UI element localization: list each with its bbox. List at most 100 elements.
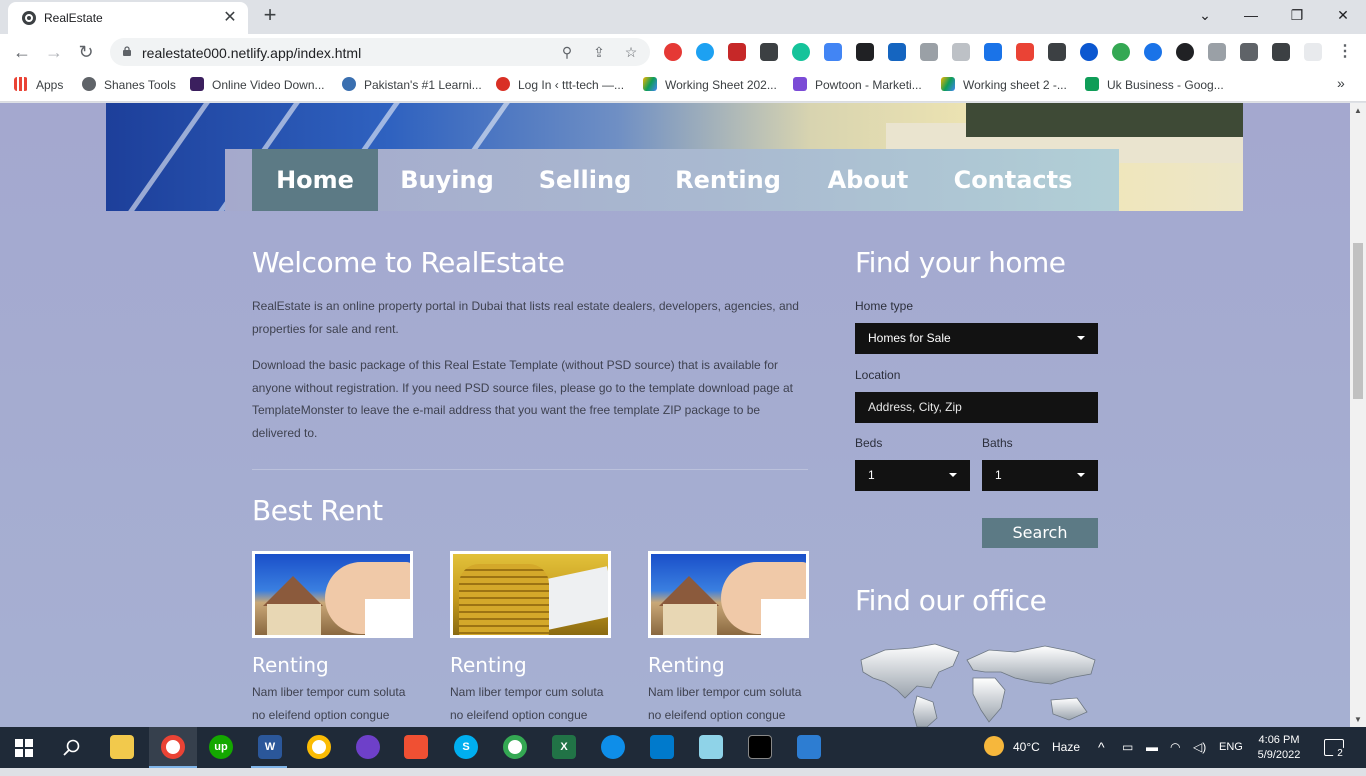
bookmark-online-video[interactable]: Online Video Down... [190, 77, 325, 95]
windows-taskbar: up W S X 40°C Haze ^ ▭ ▬ ◠ ◁) ENG 4:06 P… [0, 727, 1366, 768]
github-desktop-icon[interactable] [356, 735, 380, 759]
url-text: realestate000.netlify.app/index.html [142, 45, 362, 61]
link-extension-icon[interactable] [760, 43, 778, 61]
profile-avatar-icon[interactable] [1304, 43, 1322, 61]
windows-start-icon[interactable] [15, 739, 33, 757]
gray-extension-icon[interactable] [952, 43, 970, 61]
chrome-alt-icon[interactable] [503, 735, 527, 759]
weather-description[interactable]: Haze [1052, 727, 1080, 768]
nav-selling[interactable]: Selling [533, 149, 637, 211]
language-indicator[interactable]: ENG [1219, 727, 1243, 768]
badge-extension-icon[interactable] [984, 43, 1002, 61]
grid-extension-icon[interactable] [1048, 43, 1066, 61]
terminal-icon[interactable] [748, 735, 772, 759]
dark-circle-extension-icon[interactable] [1176, 43, 1194, 61]
nav-contacts[interactable]: Contacts [949, 149, 1077, 211]
bookmark-working-sheet[interactable]: Working Sheet 202... [643, 77, 777, 95]
globe-icon [82, 77, 96, 91]
rent-image-house[interactable] [648, 551, 809, 638]
rent-caption[interactable]: Renting [252, 653, 329, 677]
maximize-button[interactable]: ❐ [1274, 4, 1320, 26]
bookmark-uk-business[interactable]: Uk Business - Goog... [1085, 77, 1224, 95]
bookmarks-overflow-button[interactable]: » [1337, 75, 1345, 93]
bookmark-shanes-tools[interactable]: Shanes Tools [82, 77, 176, 95]
tab-search-button[interactable]: ⌄ [1182, 4, 1228, 26]
beds-label: Beds [855, 436, 883, 450]
close-window-button[interactable]: ✕ [1320, 4, 1366, 26]
tray-chevron-icon[interactable]: ^ [1098, 727, 1105, 768]
back-button[interactable]: ← [10, 40, 34, 64]
bookmark-apps[interactable]: Apps [14, 77, 63, 95]
share-icon[interactable]: ⇪ [588, 42, 610, 62]
scrollbar-thumb[interactable] [1353, 243, 1363, 399]
browser-tab[interactable]: RealEstate ✕ [8, 2, 248, 34]
page-scrollbar[interactable]: ▲ ▼ [1350, 103, 1366, 727]
photos-icon[interactable] [797, 735, 821, 759]
battery-icon[interactable]: ▬ [1146, 727, 1158, 768]
tab-close-icon[interactable]: ✕ [220, 8, 240, 28]
nav-home[interactable]: Home [252, 149, 378, 211]
rent-image-coins[interactable] [450, 551, 611, 638]
search-button[interactable]: Search [982, 518, 1098, 548]
pokeball-extension-icon[interactable] [664, 43, 682, 61]
rent-caption[interactable]: Renting [648, 653, 725, 677]
vscode-icon[interactable] [650, 735, 674, 759]
reload-button[interactable]: ↻ [74, 40, 98, 64]
wifi-icon[interactable]: ◠ [1170, 727, 1180, 768]
scroll-down-arrow-icon[interactable]: ▼ [1354, 715, 1362, 724]
bookmark-star-icon[interactable]: ☆ [620, 42, 642, 62]
nav-renting[interactable]: Renting [671, 149, 785, 211]
nav-buying[interactable]: Buying [393, 149, 501, 211]
at-sign-extension-icon[interactable] [1144, 43, 1162, 61]
mail-extension-icon[interactable] [920, 43, 938, 61]
touchpad-icon[interactable]: ▭ [1122, 727, 1133, 768]
extensions-puzzle-icon[interactable] [1240, 43, 1258, 61]
home-type-select[interactable]: Homes for Sale [855, 323, 1098, 354]
beds-select[interactable]: 1 [855, 460, 970, 491]
skype-icon[interactable]: S [454, 735, 478, 759]
clock-date[interactable]: 5/9/2022 [1256, 735, 1302, 776]
vector-extension-icon[interactable] [856, 43, 874, 61]
minimize-button[interactable]: — [1228, 4, 1274, 26]
word-icon[interactable]: W [258, 735, 282, 759]
location-input[interactable]: Address, City, Zip [855, 392, 1098, 423]
chrome-menu-icon[interactable]: ⋮ [1336, 43, 1354, 61]
world-map-image[interactable] [855, 638, 1098, 727]
file-explorer-icon[interactable] [110, 735, 134, 759]
new-tab-button[interactable]: + [258, 4, 282, 28]
chrome-profile-icon[interactable] [307, 735, 331, 759]
grammarly-extension-icon[interactable] [792, 43, 810, 61]
bookmark-pakistan-learning[interactable]: Pakistan's #1 Learni... [342, 77, 482, 95]
weather-haze-icon[interactable] [984, 736, 1004, 756]
baths-select[interactable]: 1 [982, 460, 1098, 491]
git-icon[interactable] [404, 735, 428, 759]
play-extension-icon[interactable] [1080, 43, 1098, 61]
notes-icon[interactable] [699, 735, 723, 759]
grammar-extension-icon[interactable] [696, 43, 714, 61]
frog-extension-icon[interactable] [1112, 43, 1130, 61]
excel-icon[interactable]: X [552, 735, 576, 759]
rent-image-house[interactable] [252, 551, 413, 638]
scroll-up-arrow-icon[interactable]: ▲ [1354, 106, 1362, 115]
address-bar[interactable]: realestate000.netlify.app/index.html ⚲ ⇪… [110, 38, 650, 66]
chrome-icon[interactable] [161, 735, 185, 759]
red-arrow-extension-icon[interactable] [728, 43, 746, 61]
camera-extension-icon[interactable] [1208, 43, 1226, 61]
teamviewer-icon[interactable] [601, 735, 625, 759]
nav-about[interactable]: About [821, 149, 915, 211]
zoom-icon[interactable]: ⚲ [556, 42, 578, 62]
search-icon[interactable] [63, 739, 81, 757]
blue-extension-icon[interactable] [888, 43, 906, 61]
puzzle-red-extension-icon[interactable] [1016, 43, 1034, 61]
bookmark-ttt-tech[interactable]: Log In ‹ ttt-tech —... [496, 77, 624, 95]
rent-caption[interactable]: Renting [450, 653, 527, 677]
side-panel-icon[interactable] [1272, 43, 1290, 61]
bookmark-working-sheet-2[interactable]: Working sheet 2 -... [941, 77, 1067, 95]
colorful-extension-icon[interactable] [824, 43, 842, 61]
browser-toolbar: ← → ↻ realestate000.netlify.app/index.ht… [0, 34, 1366, 70]
volume-icon[interactable]: ◁) [1193, 727, 1206, 768]
forward-button[interactable]: → [42, 40, 66, 64]
bookmark-powtoon[interactable]: Powtoon - Marketi... [793, 77, 922, 95]
weather-temperature[interactable]: 40°C [1013, 727, 1040, 768]
upwork-icon[interactable]: up [209, 735, 233, 759]
